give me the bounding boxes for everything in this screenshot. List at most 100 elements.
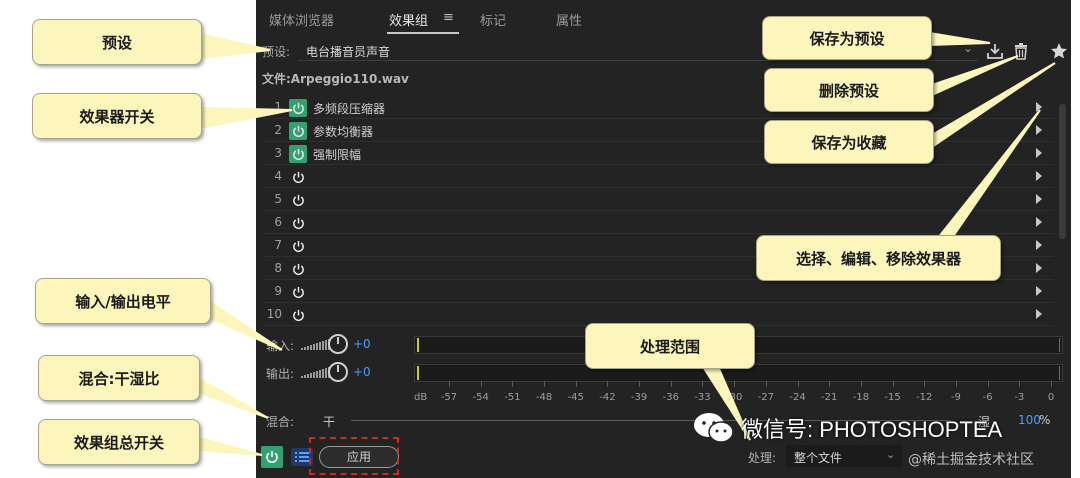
meter-db-scale: dB -57 -54 -51 -48 -45 -42 -39 -36 -33 -30 -27 -24-…	[256, 381, 1071, 405]
effect-power-toggle[interactable]	[289, 306, 307, 324]
callout-master-switch: 效果组总开关	[38, 419, 200, 465]
master-power-button[interactable]	[261, 446, 283, 468]
scale-tick	[829, 381, 831, 387]
power-icon	[292, 171, 304, 183]
effect-power-toggle[interactable]	[289, 168, 307, 186]
slot-number: 3	[274, 146, 282, 160]
signal-bars-icon	[301, 339, 330, 350]
scale-tick	[892, 381, 894, 387]
effect-name: 强制限幅	[313, 148, 362, 162]
scale-tick-label: -33	[694, 392, 711, 403]
effect-slot[interactable]: 3 强制限幅	[264, 143, 1054, 165]
callout-effect-switch: 效果器开关	[32, 93, 202, 139]
callout-io-level: 输入/输出电平	[35, 278, 211, 324]
tab-effects-rack[interactable]: 效果组	[389, 10, 428, 29]
power-icon	[266, 451, 278, 463]
slot-number: 10	[266, 307, 282, 321]
effect-menu-arrow-icon[interactable]	[1036, 148, 1042, 158]
favorite-star-icon[interactable]	[1049, 41, 1069, 61]
effect-menu-arrow-icon[interactable]	[1036, 263, 1042, 273]
scale-tick-label: -12	[916, 392, 933, 403]
effect-menu-arrow-icon[interactable]	[1036, 125, 1042, 135]
scale-tick-label: -30	[725, 392, 743, 403]
db-unit-label: dB	[414, 392, 428, 403]
effect-name: 多频段压缩器	[313, 102, 386, 116]
effect-power-toggle[interactable]	[289, 214, 307, 232]
tab-media-browser[interactable]: 媒体浏览器	[269, 10, 334, 29]
scale-tick-label: -6	[982, 392, 993, 403]
input-gain-value[interactable]: +0	[353, 337, 371, 351]
scale-tick-label: -3	[1014, 392, 1025, 403]
scale-tick	[987, 381, 989, 387]
scale-tick-label: 0	[1047, 392, 1055, 403]
scale-tick-label: -45	[567, 392, 584, 403]
scale-tick	[607, 381, 609, 387]
scale-tick-label: -21	[821, 392, 838, 403]
output-gain-knob[interactable]	[328, 362, 348, 382]
scale-tick-label: -27	[757, 392, 774, 403]
scale-tick-label: -18	[852, 392, 870, 403]
apply-button-highlight	[309, 437, 399, 475]
tab-properties[interactable]: 属性	[556, 10, 582, 29]
scale-tick-label: -54	[472, 392, 489, 403]
source-watermark: @稀土掘金技术社区	[908, 452, 1034, 468]
scale-tick	[1019, 381, 1021, 387]
preset-row: 预设: 电台播音员声音 ⌄	[256, 40, 1071, 62]
effect-menu-arrow-icon[interactable]	[1036, 194, 1042, 204]
slot-number: 6	[274, 215, 282, 229]
watermark: 微信号: PHOTOSHOPTEA	[693, 412, 1002, 444]
power-icon	[292, 194, 304, 206]
effect-power-toggle[interactable]	[289, 122, 307, 140]
slot-number: 2	[274, 123, 282, 137]
mix-percent-label: %	[1039, 413, 1051, 427]
input-gain-knob[interactable]	[328, 334, 348, 354]
effect-menu-arrow-icon[interactable]	[1036, 171, 1042, 181]
scale-tick-label: -51	[504, 392, 521, 403]
slot-number: 7	[274, 238, 282, 252]
delete-preset-icon[interactable]	[1011, 41, 1031, 61]
effect-power-toggle[interactable]	[289, 145, 307, 163]
scale-tick-label: -57	[440, 392, 458, 403]
effect-power-toggle[interactable]	[289, 99, 307, 117]
effect-slot[interactable]: 6	[264, 212, 1054, 234]
effect-power-toggle[interactable]	[289, 191, 307, 209]
power-icon	[292, 286, 304, 298]
effect-slot[interactable]: 4	[264, 166, 1054, 188]
effect-slot[interactable]: 9	[264, 281, 1054, 303]
effect-power-toggle[interactable]	[289, 260, 307, 278]
scale-tick-label: -48	[535, 392, 553, 403]
tab-markers[interactable]: 标记	[480, 10, 506, 29]
effect-menu-arrow-icon[interactable]	[1036, 102, 1042, 112]
wechat-icon	[694, 413, 734, 443]
scale-tick	[512, 381, 514, 387]
callout-delete-preset: 删除预设	[764, 68, 934, 112]
scale-tick	[860, 381, 862, 387]
panel-tabs: 媒体浏览器 效果组 ≡ 标记 属性	[256, 0, 1071, 38]
effect-power-toggle[interactable]	[289, 283, 307, 301]
effect-slot[interactable]: 2 参数均衡器	[264, 120, 1054, 142]
effect-name: 参数均衡器	[313, 125, 374, 139]
effect-slot[interactable]: 1 多频段压缩器	[264, 97, 1054, 119]
scale-tick-label: -24	[789, 392, 806, 403]
effect-power-toggle[interactable]	[289, 237, 307, 255]
effect-menu-arrow-icon[interactable]	[1036, 240, 1042, 250]
scale-tick-label: -42	[599, 392, 616, 403]
mix-value[interactable]: 100	[1018, 413, 1041, 427]
power-icon	[292, 125, 304, 137]
rack-scrollbar[interactable]	[1059, 104, 1066, 239]
save-preset-icon[interactable]	[985, 41, 1005, 61]
scale-tick	[734, 381, 736, 387]
output-gain-value[interactable]: +0	[353, 365, 371, 379]
callout-preset: 预设	[32, 19, 202, 65]
effect-menu-arrow-icon[interactable]	[1036, 217, 1042, 227]
effect-menu-arrow-icon[interactable]	[1036, 309, 1042, 319]
chevron-down-icon: ⌄	[963, 41, 974, 55]
effect-slot[interactable]: 5	[264, 189, 1054, 211]
slot-number: 5	[274, 192, 282, 206]
tab-menu-icon[interactable]: ≡	[443, 10, 454, 25]
slot-number: 8	[274, 261, 282, 275]
scale-tick	[765, 381, 767, 387]
effect-menu-arrow-icon[interactable]	[1036, 286, 1042, 296]
process-range-dropdown[interactable]: 整个文件 ⌄	[786, 445, 902, 467]
slot-number: 4	[274, 169, 282, 183]
